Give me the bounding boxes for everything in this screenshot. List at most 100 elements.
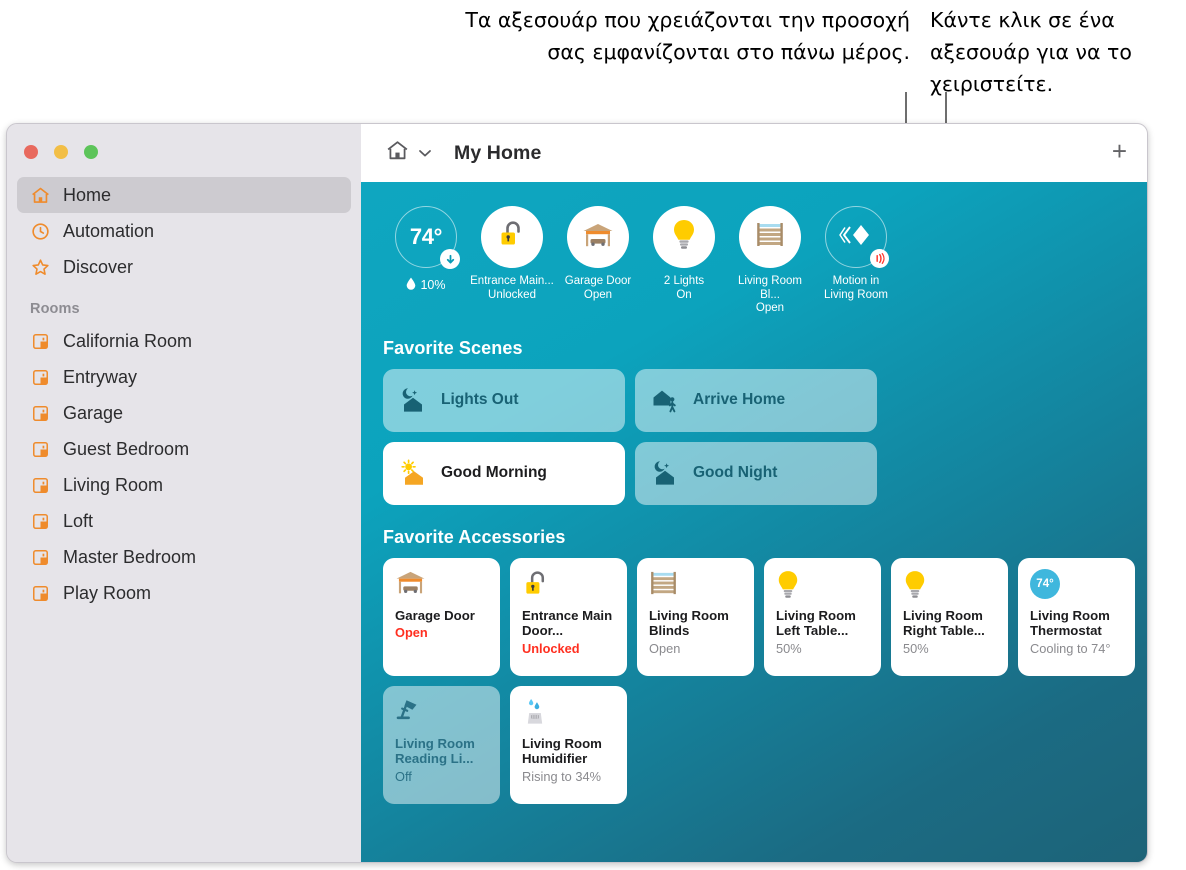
status-tile-motion-sensor[interactable]: Motion in Living Room bbox=[813, 206, 899, 316]
accessory-card-humidifier[interactable]: Living Room Humidifier Rising to 34% bbox=[510, 685, 627, 804]
accessory-name: Living Room Reading Li... bbox=[395, 735, 475, 767]
sidebar-item-discover[interactable]: Discover bbox=[17, 249, 351, 285]
sun-house-icon bbox=[399, 459, 427, 487]
accessory-name: Living Room Left Table... bbox=[776, 607, 856, 639]
content-area: My Home + 74° 10% Entrance Main... Unloc… bbox=[361, 124, 1147, 862]
accessory-state: Off bbox=[395, 768, 412, 784]
status-caption: Entrance Main... Unlocked bbox=[470, 275, 554, 301]
callout-text-left: Τα αξεσουάρ που χρειάζονται την προσοχή … bbox=[465, 8, 910, 64]
house-person-icon bbox=[651, 386, 679, 414]
sidebar-item-label: Home bbox=[63, 184, 112, 205]
sidebar-item-garage[interactable]: Garage bbox=[17, 395, 351, 431]
accessory-state: Unlocked bbox=[522, 640, 580, 656]
scene-card-good-morning[interactable]: Good Morning bbox=[383, 441, 625, 505]
room-icon bbox=[29, 510, 51, 532]
accessory-name: Living Room Thermostat bbox=[1030, 607, 1110, 639]
scene-label: Good Morning bbox=[441, 464, 547, 481]
status-tile-temperature[interactable]: 74° 10% bbox=[383, 206, 469, 316]
scene-label: Lights Out bbox=[441, 391, 519, 408]
thermostat-icon: 74° bbox=[1030, 568, 1123, 603]
titlebar: My Home + bbox=[361, 124, 1147, 182]
garage-door-icon bbox=[582, 221, 614, 254]
status-strip: 74° 10% Entrance Main... Unlocked Garage… bbox=[361, 182, 1147, 316]
sidebar-item-master-bedroom[interactable]: Master Bedroom bbox=[17, 539, 351, 575]
minimize-button[interactable] bbox=[54, 145, 68, 159]
room-icon bbox=[29, 330, 51, 352]
status-tile-garage-door[interactable]: Garage Door Open bbox=[555, 206, 641, 316]
accessory-card-garage-door[interactable]: Garage Door Open bbox=[383, 557, 500, 676]
lightbulb-icon bbox=[903, 569, 996, 603]
cooling-arrow-icon bbox=[440, 249, 460, 269]
motion-sensor-icon bbox=[839, 221, 873, 254]
home-board: 74° 10% Entrance Main... Unlocked Garage… bbox=[361, 182, 1147, 862]
app-window: Home Automation Discover Rooms Californi… bbox=[6, 123, 1148, 863]
accessory-card-living-room-blinds[interactable]: Living Room Blinds Open bbox=[637, 557, 754, 676]
accessory-state: 50% bbox=[903, 640, 929, 656]
scene-label: Arrive Home bbox=[693, 391, 786, 408]
motion-ring bbox=[825, 206, 889, 268]
sidebar-item-guest-bedroom[interactable]: Guest Bedroom bbox=[17, 431, 351, 467]
accessory-card-reading-light[interactable]: Living Room Reading Li... Off bbox=[383, 685, 500, 804]
sidebar-item-loft[interactable]: Loft bbox=[17, 503, 351, 539]
moon-house-icon bbox=[651, 459, 679, 487]
accessory-card-thermostat[interactable]: 74° Living Room Thermostat Cooling to 74… bbox=[1018, 557, 1135, 676]
unlocked-padlock-icon bbox=[497, 219, 527, 256]
house-icon bbox=[29, 184, 51, 206]
accessory-card-entrance-main-door[interactable]: Entrance Main Door... Unlocked bbox=[510, 557, 627, 676]
close-button[interactable] bbox=[24, 145, 38, 159]
sidebar-item-label: California Room bbox=[63, 330, 193, 351]
status-tile-blinds[interactable]: Living Room Bl... Open bbox=[727, 206, 813, 316]
accessory-name: Garage Door bbox=[395, 607, 475, 623]
sidebar-item-label: Entryway bbox=[63, 366, 138, 387]
sidebar-item-label: Loft bbox=[63, 510, 94, 531]
scene-label: Good Night bbox=[693, 464, 778, 481]
temperature-value: 74° bbox=[409, 224, 443, 249]
humidifier-icon bbox=[522, 697, 615, 731]
sidebar-section-rooms: Rooms bbox=[30, 301, 80, 317]
sidebar-item-label: Play Room bbox=[63, 582, 152, 603]
sidebar-item-label: Master Bedroom bbox=[63, 546, 197, 567]
add-accessory-button[interactable]: + bbox=[1112, 138, 1127, 168]
sidebar-item-entryway[interactable]: Entryway bbox=[17, 359, 351, 395]
status-tile-entrance-lock[interactable]: Entrance Main... Unlocked bbox=[469, 206, 555, 316]
temperature-ring: 74° bbox=[395, 206, 460, 269]
humidity-row: 10% bbox=[406, 277, 446, 293]
sidebar: Home Automation Discover Rooms Californi… bbox=[7, 124, 361, 862]
callout-text-right: Κάντε κλικ σε ένα αξεσουάρ για να το χει… bbox=[930, 8, 1132, 96]
lightbulb-icon bbox=[776, 569, 869, 603]
sidebar-item-play-room[interactable]: Play Room bbox=[17, 575, 351, 611]
section-title-accessories: Favorite Accessories bbox=[383, 526, 566, 547]
status-circle bbox=[739, 206, 801, 268]
status-circle bbox=[567, 206, 629, 268]
status-circle bbox=[653, 206, 715, 268]
room-icon bbox=[29, 402, 51, 424]
chevron-down-icon[interactable] bbox=[418, 146, 432, 161]
star-icon bbox=[29, 256, 51, 278]
humidity-value: 10% bbox=[420, 278, 446, 292]
scene-card-good-night[interactable]: Good Night bbox=[635, 441, 877, 505]
scene-card-arrive-home[interactable]: Arrive Home bbox=[635, 368, 877, 432]
sidebar-item-automation[interactable]: Automation bbox=[17, 213, 351, 249]
sidebar-item-living-room[interactable]: Living Room bbox=[17, 467, 351, 503]
page-title: My Home bbox=[454, 141, 542, 164]
thermostat-temperature-badge: 74° bbox=[1030, 568, 1060, 599]
accessory-name: Living Room Blinds bbox=[649, 607, 729, 639]
status-tile-lights[interactable]: 2 Lights On bbox=[641, 206, 727, 316]
scene-card-lights-out[interactable]: Lights Out bbox=[383, 368, 625, 432]
sidebar-item-label: Automation bbox=[63, 220, 155, 241]
accessory-card-right-table-lamp[interactable]: Living Room Right Table... 50% bbox=[891, 557, 1008, 676]
accessory-name: Living Room Humidifier bbox=[522, 735, 602, 767]
accessory-state: Open bbox=[395, 625, 428, 640]
sidebar-item-home[interactable]: Home bbox=[17, 177, 351, 213]
accessory-card-left-table-lamp[interactable]: Living Room Left Table... 50% bbox=[764, 557, 881, 676]
status-caption: 2 Lights On bbox=[663, 275, 705, 301]
zoom-button[interactable] bbox=[84, 145, 98, 159]
room-icon bbox=[29, 474, 51, 496]
room-icon bbox=[29, 366, 51, 388]
sidebar-item-california-room[interactable]: California Room bbox=[17, 323, 351, 359]
status-circle bbox=[481, 206, 543, 268]
status-caption: Motion in Living Room bbox=[824, 275, 888, 301]
lightbulb-icon bbox=[671, 218, 697, 257]
blinds-icon bbox=[649, 569, 742, 603]
accessory-state: Rising to 34% bbox=[522, 768, 601, 784]
